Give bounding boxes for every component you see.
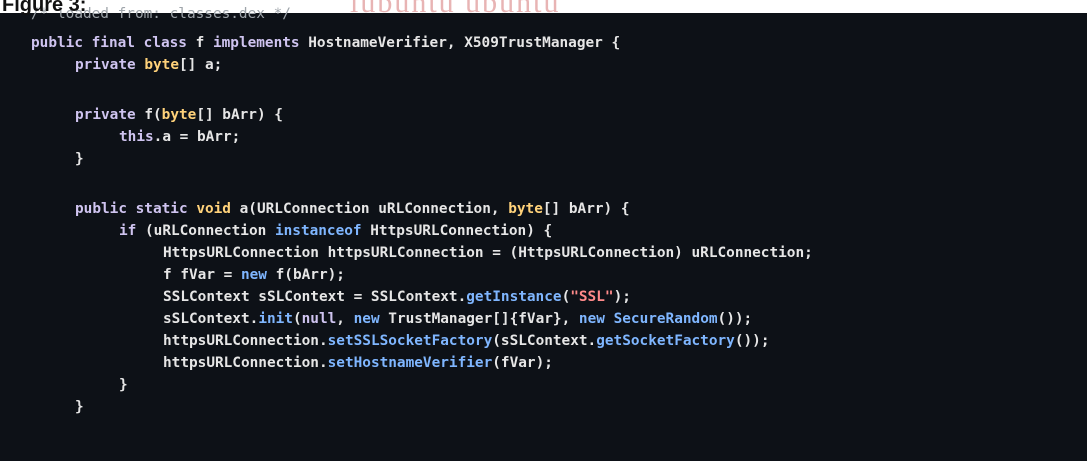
figure-caption: Figure 3:	[2, 0, 87, 16]
code-line-if: if (uRLConnection instanceof HttpsURLCon…	[119, 223, 553, 239]
code-line-ctor-body: this.a = bArr;	[119, 129, 241, 145]
code-panel: /* loaded from: classes.dex */ public fi…	[0, 6, 1087, 461]
code-line-close1: }	[75, 151, 84, 167]
code-line-class: public final class f implements Hostname…	[31, 35, 621, 51]
code-line-field: private byte[] a;	[75, 57, 223, 73]
code-line-cast: HttpsURLConnection httpsURLConnection = …	[163, 245, 813, 261]
code-line-fvar: f fVar = new f(bArr);	[163, 267, 345, 283]
code-line-verifier: httpsURLConnection.setHostnameVerifier(f…	[163, 355, 553, 371]
code-line-factory: httpsURLConnection.setSSLSocketFactory(s…	[163, 333, 770, 349]
code-line-init: sSLContext.init(null, new TrustManager[]…	[163, 311, 753, 327]
code-line-ssl: SSLContext sSLContext = SSLContext.getIn…	[163, 289, 631, 305]
code-line-close2: }	[119, 377, 128, 393]
code-line-method: public static void a(URLConnection uRLCo…	[75, 201, 630, 217]
code-line-close3: }	[75, 399, 84, 415]
code-line-ctor: private f(byte[] bArr) {	[75, 107, 283, 123]
